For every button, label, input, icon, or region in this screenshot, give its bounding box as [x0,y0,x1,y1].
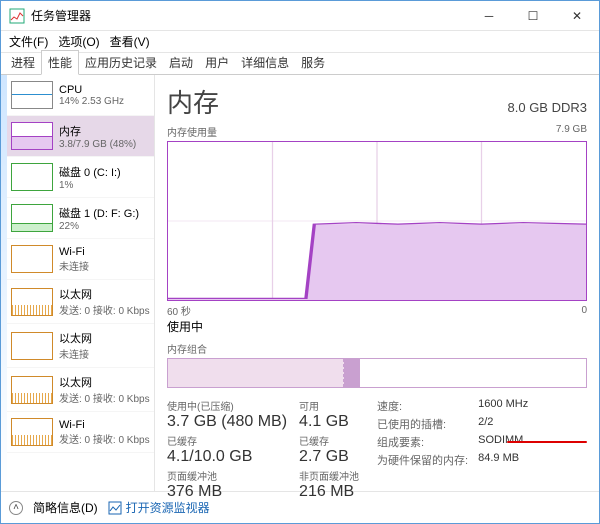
sidebar-item-ethernet[interactable]: 以太网发送: 0 接收: 0 Kbps [7,280,154,324]
stat-slots-label: 已使用的插槽: [377,416,468,432]
fewer-details-button[interactable]: 简略信息(D) [33,499,98,516]
wifi-thumb-icon [11,245,53,273]
menu-view[interactable]: 查看(V) [110,33,150,50]
stat-nonpaged-value: 216 MB [299,483,359,501]
tab-processes[interactable]: 进程 [5,51,41,74]
maximize-button[interactable]: ☐ [511,1,555,31]
tab-startup[interactable]: 启动 [163,51,199,74]
sidebar-item-label: 以太网 [59,374,150,390]
graph-xright: 0 [581,305,587,316]
stat-paged-value: 376 MB [167,483,287,501]
annotation-redline [507,441,587,443]
disk-thumb-icon [11,163,53,191]
sidebar-item-ethernet[interactable]: 以太网发送: 0 接收: 0 Kbps [7,368,154,412]
sidebar-item-sub: 发送: 0 接收: 0 Kbps [59,302,150,317]
sidebar-item-label: 以太网 [59,330,92,346]
stat-hw-value: 84.9 MB [478,452,528,468]
composition-inuse [168,359,344,387]
sidebar-item-sub: 1% [59,180,121,191]
stat-nonpaged-label: 非页面缓冲池 [299,468,359,483]
stat-used-value: 3.7 GB (480 MB) [167,413,287,431]
sidebar-item-wifi[interactable]: Wi-Fi发送: 0 接收: 0 Kbps [7,412,154,453]
close-button[interactable]: ✕ [555,1,599,31]
disk-thumb-icon [11,204,53,232]
sidebar-item-label: 磁盘 1 (D: F: G:) [59,205,139,221]
graph-ymax: 7.9 GB [556,124,587,139]
ethernet-thumb-icon [11,332,53,360]
sidebar-item-cpu[interactable]: CPU14% 2.53 GHz [7,75,154,116]
menubar: 文件(F) 选项(O) 查看(V) [1,31,599,53]
resmon-icon [108,501,122,515]
stat-cached-label: 已缓存 [299,433,359,448]
sidebar-item-sub: 发送: 0 接收: 0 Kbps [59,390,150,405]
sidebar-item-sub: 未连接 [59,346,92,361]
ethernet-thumb-icon [11,376,53,404]
tab-users[interactable]: 用户 [199,51,235,74]
stat-slots-value: 2/2 [478,416,528,432]
composition-free [360,359,586,387]
ethernet-thumb-icon [11,288,53,316]
stat-speed-value: 1600 MHz [478,398,528,414]
minimize-button[interactable]: ─ [467,1,511,31]
open-resmon-link[interactable]: 打开资源监视器 [108,499,210,516]
wifi-thumb-icon [11,418,53,446]
taskmgr-icon [9,8,25,24]
tab-performance[interactable]: 性能 [41,50,79,75]
graph-xleft: 60 秒 [167,303,191,318]
stat-avail-value: 4.1 GB [299,413,359,431]
stats-block: 使用中(已压缩)3.7 GB (480 MB) 可用4.1 GB 已缓存4.1/… [167,398,587,501]
memory-spec: 8.0 GB DDR3 [508,100,587,115]
sidebar-item-sub: 22% [59,221,139,232]
stat-form-label: 组成要素: [377,434,468,450]
tabbar: 进程 性能 应用历史记录 启动 用户 详细信息 服务 [1,53,599,75]
menu-options[interactable]: 选项(O) [58,33,99,50]
sidebar-item-disk0[interactable]: 磁盘 0 (C: I:)1% [7,157,154,198]
chevron-up-icon[interactable]: ˄ [9,501,23,515]
window-title: 任务管理器 [31,7,467,24]
page-title: 内存 [167,83,219,120]
inuse-marker: 使用中 [167,320,203,334]
memory-usage-graph [167,141,587,301]
memory-thumb-icon [11,122,53,150]
sidebar: CPU14% 2.53 GHz 内存3.8/7.9 GB (48%) 磁盘 0 … [7,75,155,491]
sidebar-item-label: Wi-Fi [59,419,150,431]
sidebar-item-label: 磁盘 0 (C: I:) [59,164,121,180]
stat-commit-value: 4.1/10.0 GB [167,448,287,466]
content: CPU14% 2.53 GHz 内存3.8/7.9 GB (48%) 磁盘 0 … [1,75,599,491]
main-panel: 内存 8.0 GB DDR3 内存使用量 7.9 GB 60 秒 0 使用中 内… [155,75,599,491]
graph-label: 内存使用量 [167,124,217,139]
stat-paged-label: 页面缓冲池 [167,468,287,483]
sidebar-item-ethernet[interactable]: 以太网未连接 [7,324,154,368]
titlebar: 任务管理器 ─ ☐ ✕ [1,1,599,31]
tab-app-history[interactable]: 应用历史记录 [79,51,163,74]
stat-avail-label: 可用 [299,398,359,413]
sidebar-item-label: CPU [59,84,124,96]
sidebar-item-disk1[interactable]: 磁盘 1 (D: F: G:)22% [7,198,154,239]
memory-composition-bar [167,358,587,388]
tab-details[interactable]: 详细信息 [235,51,295,74]
stat-commit-label: 已缓存 [167,433,287,448]
stat-used-label: 使用中(已压缩) [167,398,287,413]
sidebar-item-wifi[interactable]: Wi-Fi未连接 [7,239,154,280]
cpu-thumb-icon [11,81,53,109]
sidebar-item-sub: 14% 2.53 GHz [59,96,124,107]
tab-services[interactable]: 服务 [295,51,331,74]
sidebar-item-sub: 3.8/7.9 GB (48%) [59,139,136,150]
menu-file[interactable]: 文件(F) [9,33,48,50]
stat-cached-value: 2.7 GB [299,448,359,466]
stat-hw-label: 为硬件保留的内存: [377,452,468,468]
sidebar-item-sub: 未连接 [59,258,89,273]
composition-label: 内存组合 [167,341,587,356]
open-resmon-label: 打开资源监视器 [126,499,210,516]
stat-speed-label: 速度: [377,398,468,414]
sidebar-item-label: 内存 [59,123,136,139]
sidebar-item-sub: 发送: 0 接收: 0 Kbps [59,431,150,446]
sidebar-item-label: Wi-Fi [59,246,89,258]
sidebar-item-memory[interactable]: 内存3.8/7.9 GB (48%) [7,116,154,157]
sidebar-item-label: 以太网 [59,286,150,302]
composition-modified [344,359,361,387]
